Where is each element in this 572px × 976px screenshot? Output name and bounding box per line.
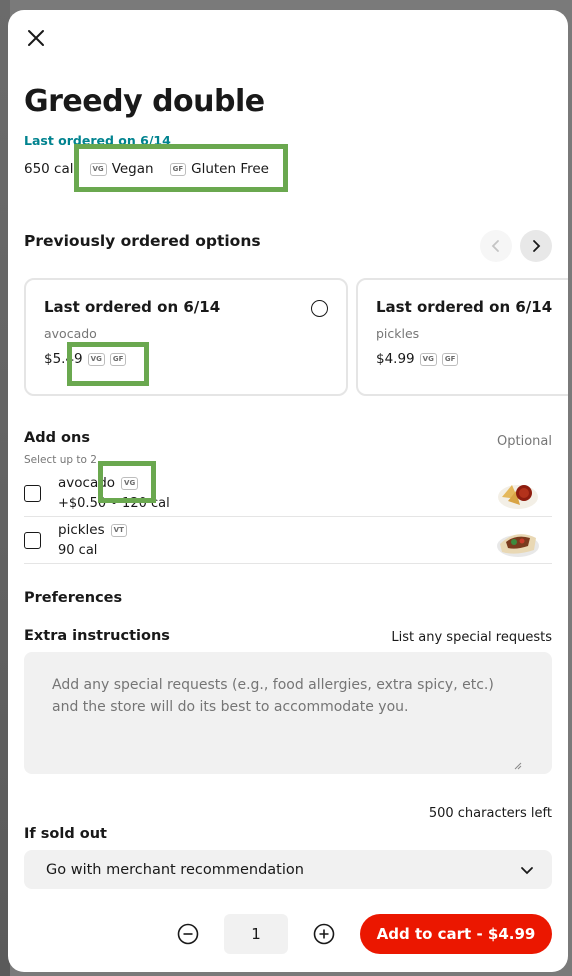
addon-row[interactable]: pickles VT 90 cal [24,517,552,564]
quantity-value: 1 [251,925,261,943]
chevron-left-icon [491,240,499,252]
card-desc: pickles [376,326,420,341]
close-icon[interactable] [24,26,48,50]
addon-image [498,485,538,509]
sold-out-label: If sold out [24,826,107,842]
previous-option-card[interactable]: Last ordered on 6/14 pickles $4.99 VG GF [356,278,568,396]
calories: 650 cal [24,161,74,177]
characters-left: 500 characters left [428,806,552,821]
card-price: $4.99 [376,351,415,367]
annotation-box [74,144,288,192]
plus-icon [313,923,335,945]
previous-options-title: Previously ordered options [24,232,261,250]
chevron-right-icon [533,240,541,252]
addon-sub: 90 cal [58,543,98,558]
sold-out-select[interactable]: Go with merchant recommendation [24,850,552,889]
quantity-field[interactable]: 1 [224,914,288,954]
addons-optional: Optional [497,434,552,449]
resize-handle-icon[interactable] [514,762,522,770]
annotation-box [67,342,149,386]
addon-checkbox[interactable] [24,532,41,549]
addons-title: Add ons [24,430,90,446]
addon-checkbox[interactable] [24,485,41,502]
decrease-quantity-button[interactable] [176,922,200,946]
card-title: Last ordered on 6/14 [44,298,221,316]
page-title: Greedy double [24,84,265,119]
chevron-down-icon [521,866,533,874]
preferences-title: Preferences [24,590,123,606]
card-desc: avocado [44,326,97,341]
vegan-tag: VG [419,352,437,366]
card-price-row: $4.99 VG GF [376,351,568,367]
addon-name-text: pickles [58,522,105,538]
instructions-hint: List any special requests [391,630,552,645]
prev-arrow-button[interactable] [480,230,512,262]
addons-hint: Select up to 2 [24,454,97,466]
increase-quantity-button[interactable] [312,922,336,946]
addon-image [497,534,539,557]
card-radio[interactable] [311,300,328,317]
gluten-free-tag: GF [441,352,459,366]
item-modal: Greedy double Last ordered on 6/14 650 c… [8,10,568,972]
next-arrow-button[interactable] [520,230,552,262]
minus-icon [177,923,199,945]
add-to-cart-button[interactable]: Add to cart - $4.99 [360,914,552,954]
special-instructions-input[interactable] [24,652,552,774]
vegetarian-tag: VT [110,523,127,537]
sold-out-selected: Go with merchant recommendation [46,861,304,878]
annotation-box [98,461,156,503]
instructions-label: Extra instructions [24,628,170,644]
addon-name: pickles VT [58,522,132,538]
card-title: Last ordered on 6/14 [376,298,553,316]
